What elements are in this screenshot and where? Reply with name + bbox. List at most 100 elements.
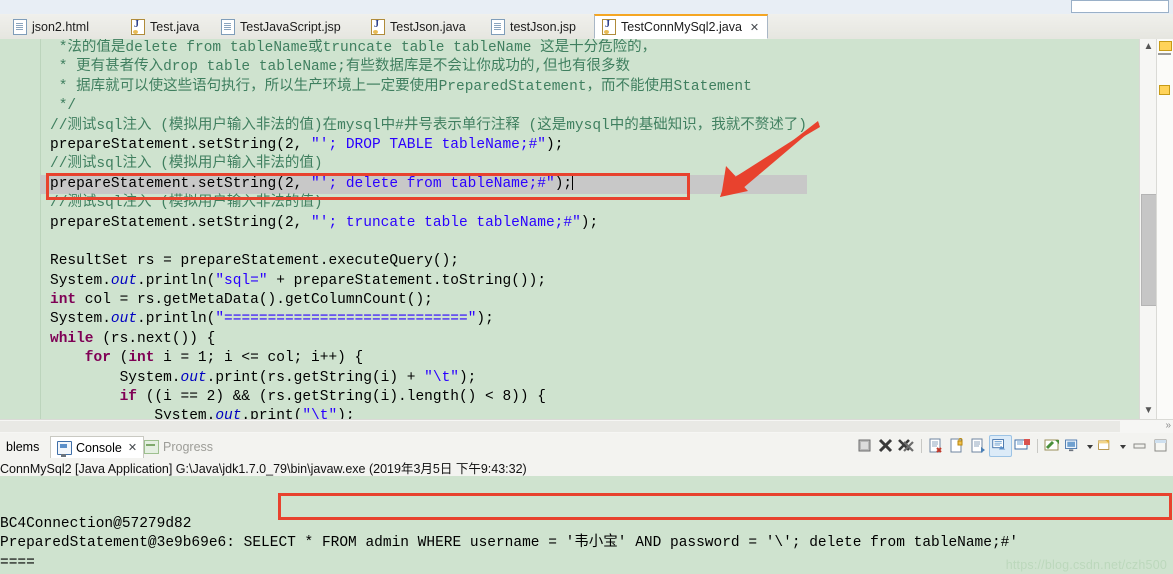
- toolbar-separator: [921, 439, 922, 453]
- editor-tab-testjson-jsp[interactable]: testJson.jsp: [484, 15, 584, 39]
- editor-tab-test-java[interactable]: Test.java: [124, 15, 207, 39]
- remove-launch-icon[interactable]: [926, 436, 947, 456]
- console-view-panel: blems Console ✕ Progress ConnMySql2 [Jav…: [0, 434, 1173, 574]
- code-line[interactable]: prepareStatement.setString(2, "'; DROP T…: [40, 136, 807, 155]
- scroll-right-indicator[interactable]: »: [1165, 420, 1171, 431]
- code-token: prepareStatement.setString(2,: [50, 136, 312, 153]
- show-console-on-error-icon[interactable]: [1012, 436, 1033, 456]
- code-token: //测试sql注入 (模拟用户输入非法的值): [50, 195, 323, 212]
- toolbar-separator: [1037, 439, 1038, 453]
- editor-tab-json2-html[interactable]: json2.html: [6, 15, 97, 39]
- minimize-view-icon[interactable]: [1129, 436, 1150, 456]
- code-line[interactable]: while (rs.next()) {: [40, 330, 807, 349]
- view-tab-close-icon[interactable]: ✕: [128, 441, 137, 454]
- view-tab-label: blems: [6, 440, 40, 454]
- code-line[interactable]: */: [40, 97, 807, 116]
- code-line[interactable]: //测试sql注入 (模拟用户输入非法的值): [40, 155, 807, 174]
- tab-close-icon[interactable]: ✕: [750, 21, 759, 34]
- code-line[interactable]: *法的值是delete from tableName或truncate tabl…: [40, 39, 807, 58]
- warning-marker-icon[interactable]: [1159, 85, 1170, 95]
- code-line[interactable]: //测试sql注入 (模拟用户输入非法的值)在mysql中#井号表示单行注释 (…: [40, 117, 807, 136]
- java-file-icon: [371, 19, 385, 35]
- source-code[interactable]: *法的值是delete from tableName或truncate tabl…: [40, 39, 807, 419]
- code-token: col = rs.getMetaData().getColumnCount();: [76, 292, 433, 309]
- show-console-on-output-icon[interactable]: [989, 435, 1012, 457]
- scroll-lock-icon[interactable]: [947, 436, 968, 456]
- editor-vertical-scrollbar[interactable]: ▲ ▼: [1139, 39, 1158, 419]
- quick-access-field[interactable]: [1071, 0, 1169, 13]
- code-line[interactable]: ResultSet rs = prepareStatement.executeQ…: [40, 252, 807, 271]
- scroll-down-button[interactable]: ▼: [1140, 403, 1157, 419]
- code-line[interactable]: * 据库就可以使这些语句执行，所以生产环境上一定要使用PreparedState…: [40, 78, 807, 97]
- code-token: .print(: [241, 408, 303, 419]
- editor-tab-label: Test.java: [150, 20, 200, 34]
- display-selected-console-icon[interactable]: [1063, 436, 1084, 456]
- code-line-highlighted[interactable]: prepareStatement.setString(2, "'; delete…: [40, 174, 807, 195]
- editor-overview-ruler[interactable]: [1156, 39, 1173, 419]
- code-token: "sql=": [215, 272, 268, 289]
- code-token: System.: [119, 369, 181, 386]
- editor-tab-testjson-java[interactable]: TestJson.java: [364, 15, 474, 39]
- console-output-line: ====: [0, 554, 35, 571]
- code-line[interactable]: System.out.println("sql=" + prepareState…: [40, 272, 807, 291]
- code-token: "'; truncate table tableName;#": [311, 214, 581, 231]
- watermark-text: https://blog.csdn.net/czh500: [1005, 558, 1167, 572]
- code-token: );: [337, 408, 355, 419]
- display-selected-console-dropdown-icon[interactable]: [1084, 436, 1096, 456]
- editor-tab-bar: json2.html Test.java TestJavaScript.jsp Tes…: [0, 14, 1173, 40]
- code-line[interactable]: * 更有甚者传入drop table tableName;有些数据库是不会让你成…: [40, 58, 807, 77]
- code-token: "\t": [302, 408, 338, 419]
- console-output[interactable]: BC4Connection@57279d82 PreparedStatement@…: [0, 476, 1173, 574]
- eclipse-ide-window: json2.html Test.java TestJavaScript.jsp Tes…: [0, 0, 1173, 574]
- pin-console-icon[interactable]: [1042, 436, 1063, 456]
- code-editor[interactable]: *法的值是delete from tableName或truncate tabl…: [0, 39, 1173, 419]
- window-top-strip: [0, 0, 1173, 15]
- editor-code-area[interactable]: *法的值是delete from tableName或truncate tabl…: [40, 39, 1140, 419]
- code-line[interactable]: int col = rs.getMetaData().getColumnCoun…: [40, 291, 807, 310]
- hscroll-thumb[interactable]: [0, 421, 1120, 432]
- console-launch-status: ConnMySql2 [Java Application] G:\Java\jd…: [0, 462, 527, 476]
- view-tab-label: Console: [76, 440, 122, 455]
- progress-icon: [144, 440, 159, 454]
- view-tab-console[interactable]: Console ✕: [50, 436, 145, 458]
- editor-tab-testconnmysql2-java[interactable]: TestConnMySql2.java ✕: [594, 14, 769, 39]
- remove-all-terminated-icon[interactable]: [896, 436, 917, 456]
- code-token: for: [84, 350, 111, 367]
- code-line[interactable]: if ((i == 2) && (rs.getString(i).length(…: [40, 388, 807, 407]
- code-token: ((i == 2) && (rs.getString(i).length() <…: [137, 389, 546, 406]
- console-output-line: PreparedStatement@3e9b69e6: SELECT * FRO…: [0, 535, 1019, 552]
- code-token: out: [110, 272, 138, 289]
- open-console-dropdown-icon[interactable]: [1117, 436, 1129, 456]
- warning-marker-icon[interactable]: [1159, 41, 1172, 51]
- code-token: prepareStatement.setString(2,: [50, 175, 312, 192]
- view-tab-progress[interactable]: Progress: [138, 436, 219, 458]
- code-token: );: [458, 369, 477, 386]
- code-line[interactable]: prepareStatement.setString(2, "'; trunca…: [40, 214, 807, 233]
- code-line[interactable]: System.out.print(rs.getString(i) + "\t")…: [40, 369, 807, 388]
- code-line[interactable]: System.out.println("====================…: [40, 310, 807, 329]
- editor-horizontal-scrollbar[interactable]: »: [0, 419, 1173, 433]
- code-line[interactable]: System.out.print("\t");: [40, 407, 807, 419]
- code-token: );: [546, 136, 564, 153]
- code-line[interactable]: //测试sql注入 (模拟用户输入非法的值): [40, 194, 807, 213]
- editor-tab-label: json2.html: [32, 20, 89, 34]
- code-token: System.: [154, 408, 216, 419]
- scroll-up-button[interactable]: ▲: [1140, 39, 1157, 55]
- editor-tab-testjavascript-jsp[interactable]: TestJavaScript.jsp: [214, 15, 349, 39]
- code-line[interactable]: for (int i = 1; i <= col; i++) {: [40, 349, 807, 368]
- code-token: int: [128, 350, 155, 367]
- terminate-icon[interactable]: [875, 436, 896, 456]
- html-file-icon: [13, 19, 27, 35]
- code-token: (: [110, 350, 129, 367]
- editor-tab-label: TestJavaScript.jsp: [240, 20, 341, 34]
- code-line[interactable]: [40, 233, 807, 252]
- clear-console-icon[interactable]: [854, 436, 875, 456]
- java-file-icon: [131, 19, 145, 35]
- code-token: int: [50, 292, 77, 309]
- view-tab-label: Progress: [163, 440, 214, 454]
- open-console-icon[interactable]: [1096, 436, 1117, 456]
- view-tab-blems[interactable]: blems: [0, 436, 45, 458]
- pin-output-icon[interactable]: [968, 436, 989, 456]
- code-token: //测试sql注入 (模拟用户输入非法的值): [50, 156, 323, 173]
- maximize-view-icon[interactable]: [1150, 436, 1171, 456]
